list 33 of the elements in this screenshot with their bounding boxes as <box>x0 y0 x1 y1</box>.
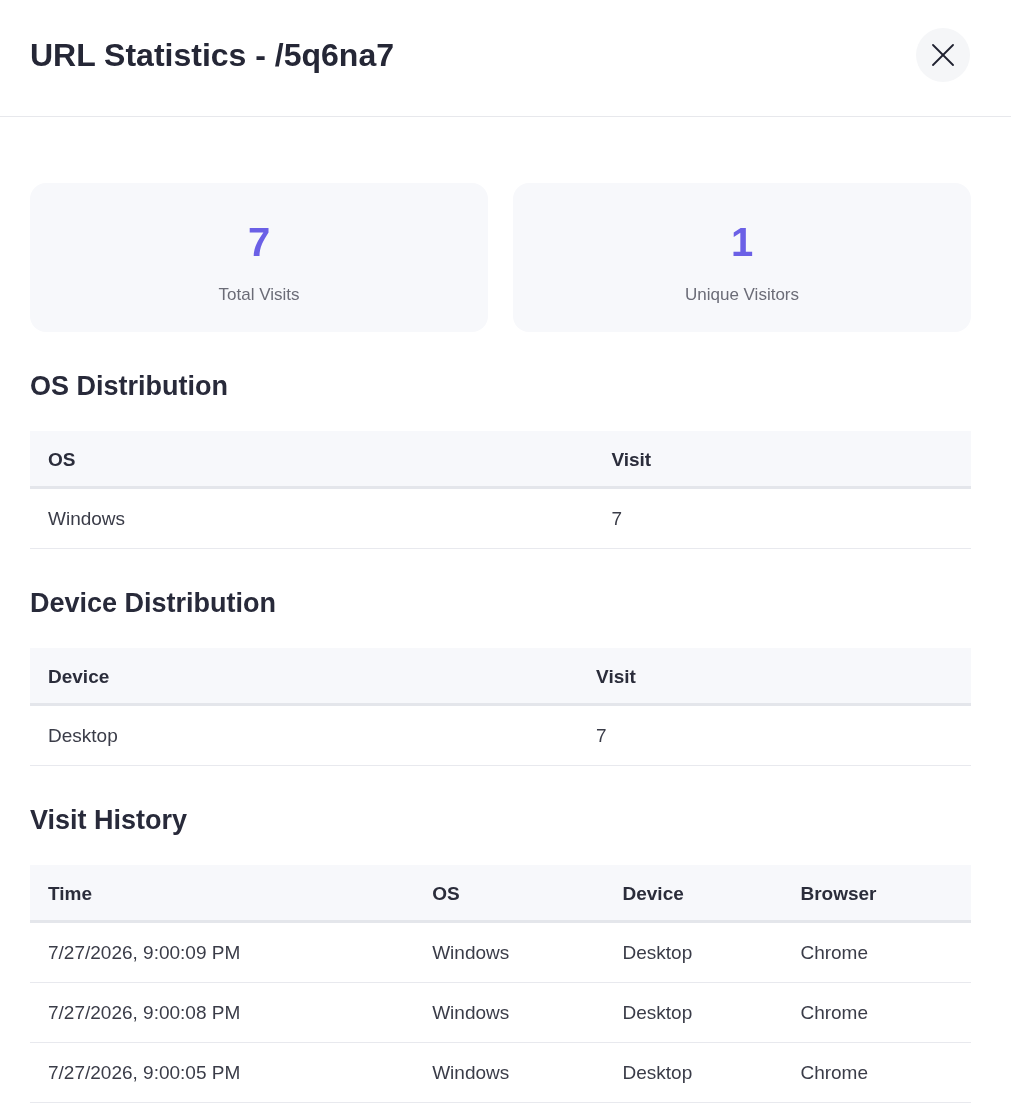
stat-label: Unique Visitors <box>684 284 800 306</box>
section-heading: OS Distribution <box>30 370 229 403</box>
table-cell: Chrome <box>782 921 971 983</box>
table-cell: 7/27/2026, 9:00:08 PM <box>30 982 415 1043</box>
stat-value: 7 <box>246 219 272 265</box>
column-header: Device <box>30 648 579 705</box>
table-cell: 7 <box>593 487 971 549</box>
column-header: OS <box>30 431 594 488</box>
column-header: Visit <box>578 648 971 705</box>
column-header: Browser <box>782 865 971 922</box>
column-header: Time <box>30 865 415 922</box>
close-icon <box>932 44 954 66</box>
table-cell: 7/27/2026, 9:00:05 PM <box>30 1042 415 1103</box>
table-cell: Desktop <box>30 704 579 766</box>
column-header: Device <box>604 865 783 922</box>
stat-label: Total Visits <box>217 284 301 306</box>
column-header: Visit <box>593 431 971 488</box>
table-cell: Desktop <box>604 1042 783 1103</box>
table-cell: Windows <box>30 487 594 549</box>
table-cell: Chrome <box>782 982 971 1043</box>
table-cell: Windows <box>414 921 605 983</box>
stat-value: 1 <box>729 219 755 265</box>
table-cell: Desktop <box>604 982 783 1043</box>
table-cell: Chrome <box>782 1042 971 1103</box>
table-cell: Windows <box>414 1042 605 1103</box>
table-cell: Desktop <box>604 921 783 983</box>
section-heading: Visit History <box>30 804 189 837</box>
column-header: OS <box>414 865 605 922</box>
section-heading: Device Distribution <box>30 587 278 620</box>
table-cell: Windows <box>414 982 605 1043</box>
table-cell: 7/27/2026, 9:00:09 PM <box>30 921 415 983</box>
dialog-title: URL Statistics - /5q6na7 <box>30 36 394 75</box>
table-cell: 7 <box>578 704 971 766</box>
